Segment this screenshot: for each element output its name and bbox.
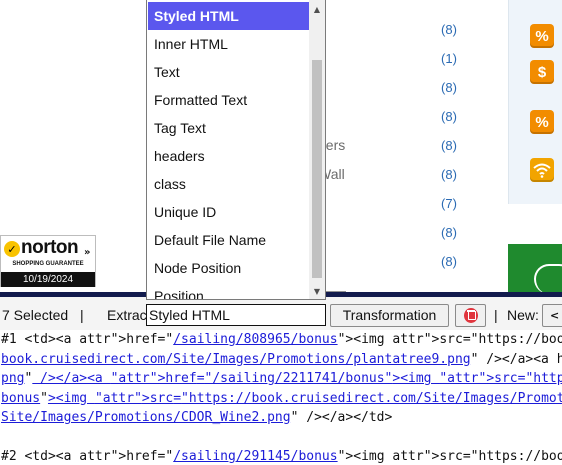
- delete-button[interactable]: [455, 304, 486, 327]
- category-count[interactable]: (7): [434, 196, 464, 211]
- dropdown-scrollbar[interactable]: ▲ ▼: [309, 0, 325, 299]
- category-count[interactable]: (8): [434, 109, 464, 124]
- dropdown-option-unique-id[interactable]: Unique ID: [148, 198, 309, 226]
- transformation-button[interactable]: Transformation: [330, 304, 449, 327]
- dropdown-option-inner-html[interactable]: Inner HTML: [148, 30, 309, 58]
- chevrons-icon: »: [84, 247, 91, 258]
- dropdown-option-tag-text[interactable]: Tag Text: [148, 114, 309, 142]
- dollar-icon: $: [530, 60, 554, 84]
- category-count[interactable]: (8): [434, 22, 464, 37]
- new-nav-button[interactable]: <: [542, 304, 562, 327]
- selected-count: 7 Selected: [2, 307, 69, 323]
- dropdown-option-class[interactable]: class: [148, 170, 309, 198]
- extract-select[interactable]: Styled HTML: [146, 304, 326, 326]
- norton-badge[interactable]: ✓ norton » SHOPPING GUARANTEE 10/19/2024: [0, 235, 96, 287]
- promo-banner[interactable]: [508, 244, 562, 292]
- scroll-down-icon[interactable]: ▼: [309, 284, 325, 299]
- trash-icon: [464, 308, 478, 323]
- code-line: #1 <td><a attr">href="/sailing/808965/bo…: [1, 330, 562, 350]
- category-count[interactable]: (8): [434, 138, 464, 153]
- percent-icon: %: [530, 24, 554, 48]
- checkmark-icon: ✓: [4, 241, 20, 257]
- scrollbar-thumb[interactable]: [312, 60, 322, 278]
- category-count[interactable]: (8): [434, 167, 464, 182]
- code-line-text: #2 <td><a attr">href="/sailing/291145/bo…: [1, 449, 562, 464]
- dropdown-option-styled-html[interactable]: Styled HTML: [148, 2, 309, 30]
- dropdown-option-text[interactable]: Text: [148, 58, 309, 86]
- code-line: #2 <td><a attr">href="/sailing/291145/bo…: [1, 447, 562, 465]
- wifi-glyph: [533, 163, 551, 178]
- code-line-text: bonus"><img "attr">src="https://book.cru…: [1, 390, 562, 406]
- category-count[interactable]: (1): [434, 51, 464, 66]
- cloud-icon: [534, 264, 562, 292]
- toolbar-separator: |: [494, 307, 498, 323]
- category-count[interactable]: (8): [434, 80, 464, 95]
- norton-brand: norton: [21, 237, 79, 258]
- wifi-icon: [530, 158, 554, 182]
- dropdown-option-node-position[interactable]: Node Position: [148, 254, 309, 282]
- code-line-text: Site/Images/Promotions/CDOR_Wine2.png" /…: [1, 410, 393, 425]
- dropdown-option-default-file-name[interactable]: Default File Name: [148, 226, 309, 254]
- code-line: Site/Images/Promotions/CDOR_Wine2.png" /…: [1, 408, 392, 428]
- code-line-text: png" /></a><a "attr">href="/sailing/2211…: [1, 371, 562, 386]
- code-line-text: #1 <td><a attr">href="/sailing/808965/bo…: [1, 332, 562, 347]
- dropdown-option-position[interactable]: Position: [148, 282, 309, 299]
- toolbar-separator: |: [80, 307, 84, 323]
- extract-dropdown-list[interactable]: Styled HTML Inner HTML Text Formatted Te…: [146, 0, 326, 300]
- dropdown-option-headers[interactable]: headers: [148, 142, 309, 170]
- scroll-up-icon[interactable]: ▲: [309, 2, 325, 18]
- category-count[interactable]: (8): [434, 225, 464, 240]
- code-line: bonus"><img "attr">src="https://book.cru…: [1, 389, 562, 409]
- code-line: book.cruisedirect.com/Site/Images/Promot…: [1, 350, 562, 370]
- code-line-text: book.cruisedirect.com/Site/Images/Promot…: [1, 351, 562, 367]
- code-line: png" /></a><a "attr">href="/sailing/2211…: [1, 369, 562, 389]
- extracted-html-output[interactable]: #1 <td><a attr">href="/sailing/808965/bo…: [0, 330, 562, 465]
- promotions-sidebar: % $ %: [508, 0, 562, 204]
- category-count[interactable]: (8): [434, 254, 464, 269]
- new-label: New:: [507, 307, 539, 323]
- norton-guarantee-text: SHOPPING GUARANTEE: [12, 261, 84, 267]
- norton-date: 10/19/2024: [1, 272, 95, 287]
- percent-icon: %: [530, 110, 554, 134]
- dropdown-option-formatted-text[interactable]: Formatted Text: [148, 86, 309, 114]
